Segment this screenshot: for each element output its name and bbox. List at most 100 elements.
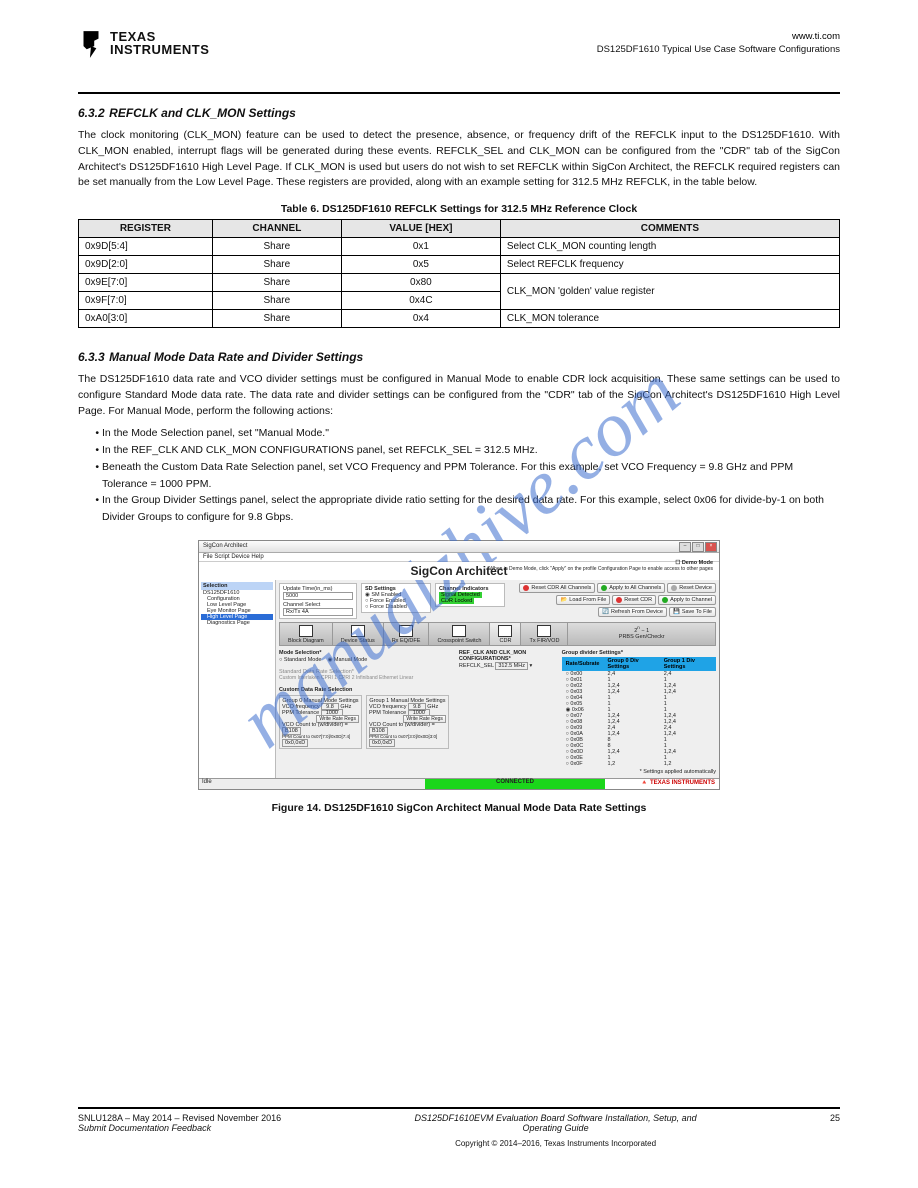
reset-icon xyxy=(523,585,529,591)
channel-select-input[interactable]: Rx/Tx 4A xyxy=(283,608,353,616)
header-rule xyxy=(78,92,840,94)
status-connected: CONNECTED xyxy=(425,779,605,789)
ppmcnt0-value: 0x0,0xD xyxy=(282,739,308,747)
sec2-number: 6.3.3 xyxy=(78,350,105,364)
apply-all-button[interactable]: Apply to All Channels xyxy=(597,583,665,593)
header-url[interactable]: www.ti.com xyxy=(792,31,840,42)
group-div-header: Group divider Settings* xyxy=(562,650,716,656)
reset-icon xyxy=(616,597,622,603)
mode-selection-header: Mode Selection* xyxy=(279,650,449,656)
grdiv-col2: Group 1 Div Settings xyxy=(660,657,716,671)
footer-title: DS125DF1610EVM Evaluation Board Software… xyxy=(281,1113,830,1133)
refclk-label: REFCLK_SEL xyxy=(459,663,494,669)
rx-eq-icon xyxy=(399,625,413,637)
channel-indicators-panel: Channel Indicators Signal Detected CDR L… xyxy=(435,583,505,607)
std-rate-options: Custom Interlaken CPRI 1 CPRI 2 Infiniba… xyxy=(279,675,449,681)
sec-number: 6.3.2 xyxy=(78,106,105,120)
tab-crosspoint[interactable]: Crosspoint Switch xyxy=(429,623,490,645)
step-3: Beneath the Custom Data Rate Selection p… xyxy=(102,459,840,493)
tab-txfir[interactable]: Tx FIR/VOD xyxy=(521,623,568,645)
update-panel: Update Time(in_ms) 5000 Channel Select R… xyxy=(279,583,357,619)
sigcon-screenshot: SigCon Architect – □ × File Script Devic… xyxy=(198,540,720,790)
ti-chip-icon xyxy=(78,30,104,60)
footer-pagenum: 25 xyxy=(830,1113,840,1148)
tab-prbs[interactable]: 2n − 1PRBS Gen/Checkr xyxy=(568,623,715,645)
reset-device-button[interactable]: Reset Device xyxy=(667,583,716,593)
menu-bar[interactable]: File Script Device Help xyxy=(199,553,719,562)
page-footer: SNLU128A – May 2014 – Revised November 2… xyxy=(78,1113,840,1148)
cdr-locked-led: CDR Locked xyxy=(439,598,474,604)
footer-copyright: Copyright © 2014–2016, Texas Instruments… xyxy=(281,1139,830,1148)
block-diagram-icon xyxy=(299,625,313,637)
refclk-table: REGISTER CHANNEL VALUE [HEX] COMMENTS 0x… xyxy=(78,219,840,328)
sec-paragraph: The clock monitoring (CLK_MON) feature c… xyxy=(78,128,840,191)
app-title: ☐ Demo Mode SigCon Architect *When in De… xyxy=(199,562,719,580)
demo-note: *When in Demo Mode, click "Apply" on the… xyxy=(487,566,713,572)
sec2-title: Manual Mode Data Rate and Divider Settin… xyxy=(109,350,363,364)
window-title: SigCon Architect xyxy=(203,543,247,549)
manual-mode-steps: In the Mode Selection panel, set "Manual… xyxy=(78,425,840,526)
table-caption: Table 6. DS125DF1610 REFCLK Settings for… xyxy=(78,203,840,215)
footer-rule xyxy=(78,1107,840,1109)
logo-text-bot: INSTRUMENTS xyxy=(110,43,209,56)
footer-docnum: SNLU128A – May 2014 – Revised November 2… xyxy=(78,1113,281,1123)
window-buttons: – □ × xyxy=(679,542,717,552)
auto-note: * Settings applied automatically xyxy=(562,769,716,775)
group0-box: Group 0 Manual Mode Settings VCO frequen… xyxy=(279,695,362,749)
th-comments: COMMENTS xyxy=(500,220,839,238)
step-2: In the REF_CLK AND CLK_MON CONFIGURATION… xyxy=(102,442,840,459)
step-1: In the Mode Selection panel, set "Manual… xyxy=(102,425,840,442)
txfir-icon xyxy=(537,625,551,637)
device-status-icon xyxy=(351,625,365,637)
tab-device-status[interactable]: Device Status xyxy=(333,623,384,645)
sd-force-disabled[interactable]: Force Disabled xyxy=(370,604,407,610)
sd-settings-panel: SD Settings ◉ SM Enabled ○ Force Enabled… xyxy=(361,583,431,613)
update-input[interactable]: 5000 xyxy=(283,592,353,600)
ppmcnt1-value: 0x0,0xD xyxy=(369,739,395,747)
selection-header: Selection xyxy=(201,582,273,590)
apply-channel-button[interactable]: Apply to Channel xyxy=(658,595,716,605)
cycle-icon xyxy=(671,585,677,591)
status-ti-logo: 🔺 TEXAS INSTRUMENTS xyxy=(605,779,719,789)
load-from-file-button[interactable]: 📂 Load From File xyxy=(556,595,610,605)
save-to-file-button[interactable]: 💾 Save To File xyxy=(669,607,716,617)
footer-feedback-link[interactable]: Submit Documentation Feedback xyxy=(78,1123,211,1133)
refresh-button[interactable]: 🔄 Refresh From Device xyxy=(598,607,667,617)
refclk-select[interactable]: 312.5 MHz xyxy=(495,662,528,670)
nav-diag[interactable]: Diagnostics Page xyxy=(201,620,273,626)
th-value: VALUE [HEX] xyxy=(341,220,500,238)
tab-toolbar: Block Diagram Device Status Rx EQ/DFE Cr… xyxy=(279,622,716,646)
close-button[interactable]: × xyxy=(705,542,717,552)
step-4: In the Group Divider Settings panel, sel… xyxy=(102,492,840,526)
reset-cdr-button[interactable]: Reset CDR xyxy=(612,595,656,605)
window-titlebar: SigCon Architect – □ × xyxy=(199,541,719,553)
grdiv-col0: Rate/Subrate xyxy=(562,657,604,671)
header-section: DS125DF1610 Typical Use Case Software Co… xyxy=(597,44,840,55)
apply-icon xyxy=(601,585,607,591)
grdiv-col1: Group 0 Div Settings xyxy=(604,657,660,671)
refclk-header: REF_CLK AND CLK_MON CONFIGURATIONS* xyxy=(459,650,552,662)
selection-tree[interactable]: Selection DS125DF1610 Configuration Low … xyxy=(199,580,276,778)
tab-rx-eq[interactable]: Rx EQ/DFE xyxy=(384,623,430,645)
maximize-button[interactable]: □ xyxy=(692,542,704,552)
crosspoint-icon xyxy=(452,625,466,637)
status-bar: Idle CONNECTED 🔺 TEXAS INSTRUMENTS xyxy=(199,778,719,789)
status-idle: Idle xyxy=(199,779,425,789)
reset-cdr-all-button[interactable]: Reset CDR All Channels xyxy=(519,583,595,593)
cdr-icon xyxy=(498,625,512,637)
th-channel: CHANNEL xyxy=(212,220,341,238)
manual-mode-radio[interactable]: Manual Mode xyxy=(334,657,367,663)
ti-logo: TEXAS INSTRUMENTS xyxy=(78,30,209,60)
group-divider-table[interactable]: Rate/Subrate Group 0 Div Settings Group … xyxy=(562,657,716,767)
sec-title: REFCLK and CLK_MON Settings xyxy=(109,106,296,120)
tab-block-diagram[interactable]: Block Diagram xyxy=(280,623,333,645)
figure-caption: Figure 14. DS125DF1610 SigCon Architect … xyxy=(78,802,840,814)
minimize-button[interactable]: – xyxy=(679,542,691,552)
page-header: TEXAS INSTRUMENTS www.ti.com DS125DF1610… xyxy=(78,30,840,90)
th-register: REGISTER xyxy=(79,220,213,238)
standard-mode-radio[interactable]: Standard Mode xyxy=(284,657,322,663)
tab-cdr[interactable]: CDR xyxy=(490,623,521,645)
group1-box: Group 1 Manual Mode Settings VCO frequen… xyxy=(366,695,449,749)
sec2-paragraph: The DS125DF1610 data rate and VCO divide… xyxy=(78,372,840,419)
apply-icon xyxy=(662,597,668,603)
